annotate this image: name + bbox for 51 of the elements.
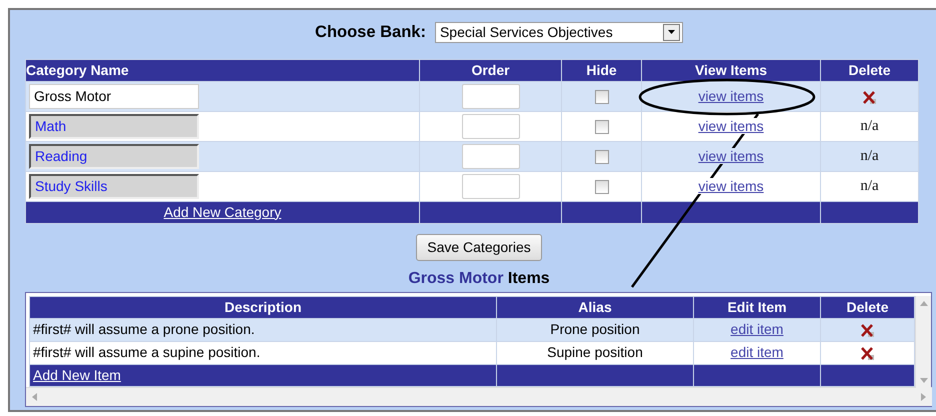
items-heading-category: Gross Motor (408, 270, 504, 287)
add-category-link[interactable]: Add New Category (164, 204, 282, 220)
category-name-field[interactable]: Math (29, 114, 199, 139)
delete-status: n/a (860, 178, 879, 194)
order-field[interactable] (462, 174, 520, 199)
vertical-scrollbar[interactable] (915, 296, 931, 388)
edit-item-link[interactable]: edit item (730, 344, 784, 360)
column-header: Hide (562, 59, 642, 82)
category-name-field[interactable]: Study Skills (29, 174, 199, 199)
dropdown-arrow-icon (668, 30, 675, 34)
description-cell: #first# will assume a supine position. (30, 341, 496, 364)
edit-item-link[interactable]: edit item (730, 321, 784, 338)
delete-status: n/a (860, 148, 879, 164)
scroll-left-icon[interactable] (32, 392, 37, 401)
description-cell: #first# will assume a prone position. (30, 318, 496, 342)
column-header: Delete (820, 296, 914, 318)
delete-icon[interactable] (860, 323, 875, 338)
column-header: View Items (642, 59, 820, 82)
column-header: Order (420, 59, 562, 82)
column-header: Delete (820, 59, 918, 82)
scroll-up-icon[interactable] (920, 300, 928, 306)
hide-checkbox[interactable] (594, 180, 608, 194)
category-name-field[interactable]: Reading (29, 144, 199, 169)
hide-checkbox[interactable] (594, 120, 608, 134)
view-items-link[interactable]: view items (698, 118, 764, 134)
category-name-field[interactable]: Gross Motor (29, 84, 199, 109)
view-items-link[interactable]: view items (698, 148, 764, 164)
scroll-down-icon[interactable] (920, 378, 928, 383)
items-heading: Items (508, 270, 550, 287)
delete-icon[interactable] (862, 90, 877, 105)
save-categories-button[interactable]: Save Categories (416, 234, 542, 261)
horizontal-scrollbar[interactable] (26, 386, 932, 406)
order-field[interactable] (462, 144, 520, 169)
hide-checkbox[interactable] (594, 90, 608, 104)
view-items-link[interactable]: view items (698, 88, 764, 104)
hide-checkbox[interactable] (594, 150, 608, 164)
delete-icon[interactable] (860, 346, 875, 362)
alias-cell: Prone position (496, 318, 694, 342)
bank-label: Choose Bank: (315, 22, 426, 43)
alias-cell: Supine position (496, 341, 694, 364)
column-header: Category Name (26, 59, 420, 82)
bank-select[interactable]: Special Services Objectives (434, 22, 683, 43)
add-item-link[interactable]: Add New Item (33, 366, 121, 383)
order-field[interactable] (462, 84, 520, 109)
column-header: Alias (496, 296, 694, 318)
column-header: Edit Item (694, 296, 820, 318)
order-field[interactable] (462, 114, 520, 139)
view-items-link[interactable]: view items (698, 178, 764, 194)
column-header: Description (30, 296, 496, 318)
scroll-right-icon[interactable] (921, 392, 926, 401)
delete-status: n/a (860, 118, 879, 134)
